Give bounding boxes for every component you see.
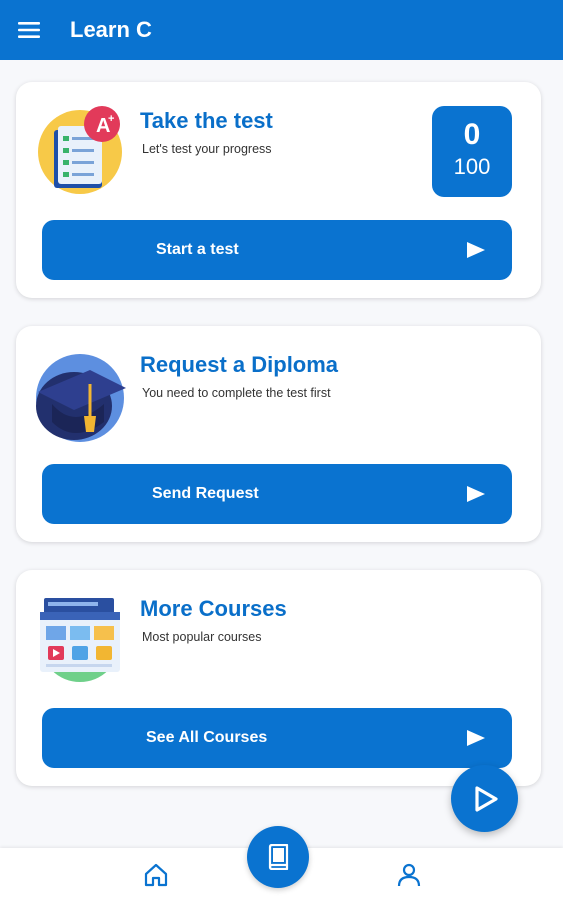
book-icon xyxy=(268,844,289,870)
play-icon xyxy=(467,242,485,258)
card-subtitle: You need to complete the test first xyxy=(142,386,331,400)
score-max: 100 xyxy=(453,154,491,179)
play-icon xyxy=(467,730,485,746)
card-subtitle: Most popular courses xyxy=(142,630,262,644)
score-value: 0 xyxy=(463,118,481,151)
app-title: Learn C xyxy=(70,17,152,42)
start-test-button[interactable]: Start a test xyxy=(42,220,512,280)
see-all-courses-button[interactable]: See All Courses xyxy=(42,708,512,768)
send-request-button[interactable]: Send Request xyxy=(42,464,512,524)
play-icon xyxy=(474,785,498,812)
nav-profile-button[interactable] xyxy=(397,862,421,893)
more-courses-card: More Courses Most popular courses See Al… xyxy=(16,570,541,786)
course-browser-icon xyxy=(40,598,120,682)
card-title: Take the test xyxy=(140,108,273,133)
score-badge: 0 100 xyxy=(432,106,512,197)
user-icon xyxy=(397,863,421,887)
hamburger-icon xyxy=(18,22,40,38)
nav-courses-button[interactable] xyxy=(247,826,309,888)
card-title: More Courses xyxy=(140,596,287,621)
menu-button[interactable] xyxy=(0,0,58,60)
graduation-cap-icon xyxy=(36,354,126,442)
floating-play-button[interactable] xyxy=(451,765,518,832)
take-test-card: A + Take the test Let's test your progre… xyxy=(16,82,541,298)
test-sheet-grade-icon: A + xyxy=(38,106,122,194)
button-label: See All Courses xyxy=(146,729,268,746)
svg-text:+: + xyxy=(108,113,114,125)
button-label: Send Request xyxy=(152,485,259,502)
home-icon xyxy=(144,863,168,887)
card-subtitle: Let's test your progress xyxy=(142,142,272,156)
card-title: Request a Diploma xyxy=(140,352,339,377)
play-icon xyxy=(467,486,485,502)
app-bar: Learn C xyxy=(0,0,563,60)
button-label: Start a test xyxy=(156,241,239,258)
nav-home-button[interactable] xyxy=(143,862,169,893)
request-diploma-card: Request a Diploma You need to complete t… xyxy=(16,326,541,542)
